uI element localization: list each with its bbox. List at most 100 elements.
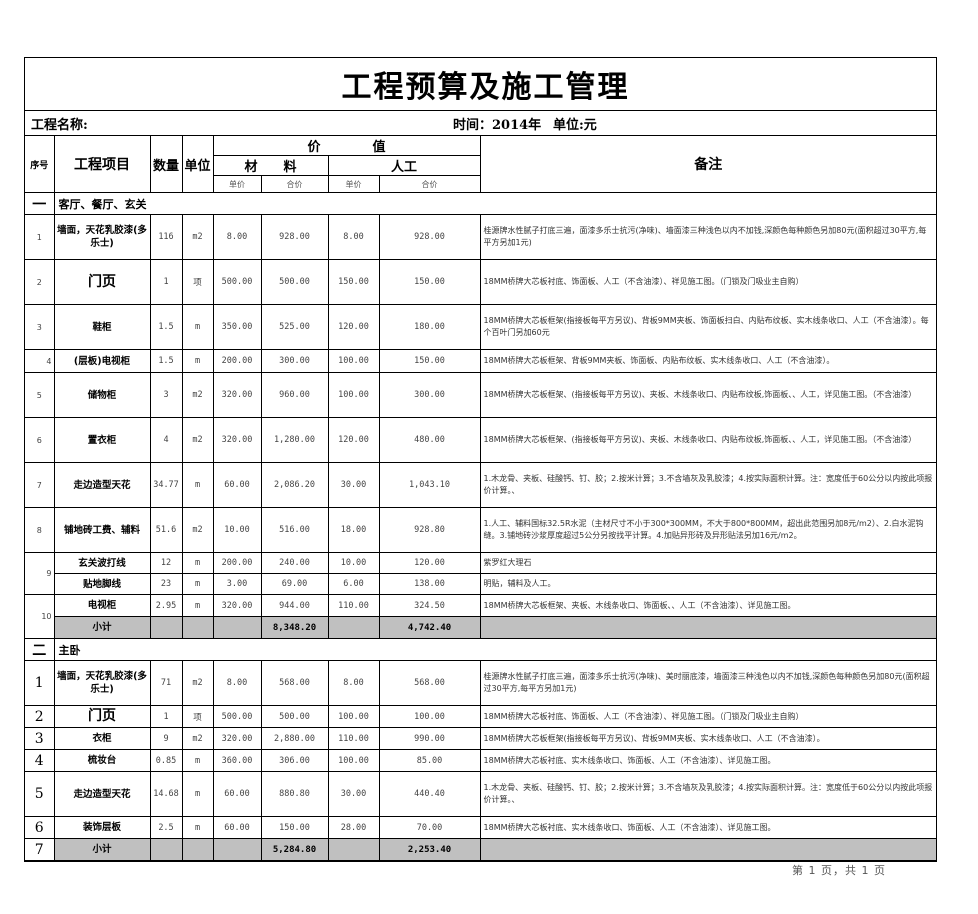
labor-unit-price: 18.00 <box>327 507 380 553</box>
quantity: 23 <box>149 573 183 595</box>
item-name: 走边造型天花 <box>53 771 151 817</box>
unit-label: 单位:元 <box>553 117 597 133</box>
labor-total: 324.50 <box>378 594 481 617</box>
item-name: 玄关波打线 <box>53 552 151 574</box>
labor-unit-price: 8.00 <box>327 660 380 706</box>
note: 紫罗红大理石 <box>479 552 937 574</box>
item-name: 装饰层板 <box>53 816 151 839</box>
item-name: 墙面，天花乳胶漆(多乐士) <box>53 660 151 706</box>
labor-unit-price: 6.00 <box>327 573 380 595</box>
unit: 项 <box>181 705 214 728</box>
time-label: 时间：2014年 <box>453 117 542 133</box>
labor-total: 100.00 <box>378 705 481 728</box>
material-total: 240.00 <box>260 552 329 574</box>
unit: 项 <box>181 259 214 305</box>
row-index: 1 <box>25 660 55 706</box>
quantity: 14.68 <box>149 771 183 817</box>
material-unit-price: 320.00 <box>212 372 262 418</box>
labor-total: 138.00 <box>378 573 481 595</box>
quantity: 0.85 <box>149 749 183 772</box>
labor-unit-price: 100.00 <box>327 372 380 418</box>
table-row: 1 墙面，天花乳胶漆(多乐士) 116 m2 8.00 928.00 8.00 … <box>25 214 937 260</box>
budget-sheet: 工程预算及施工管理 工程名称: 时间：2014年 单位:元 序号 工程项目 数量… <box>24 57 937 862</box>
col-seq: 序号 <box>25 136 55 193</box>
subtotal-material: 8,348.20 <box>260 616 329 639</box>
table-row: 2 门页 1 项 500.00 500.00 150.00 150.00 18M… <box>25 259 937 305</box>
note: 18MM桥牌大芯板衬底、饰面板、人工（不含油漆）、祥见施工图。（门锁及门吸业主自… <box>479 705 937 728</box>
section-title: 主卧 <box>53 638 937 661</box>
subtotal-row: 小计 8,348.20 4,742.40 <box>25 616 937 639</box>
item-name: (层板)电视柜 <box>53 349 151 373</box>
quantity: 1 <box>149 259 183 305</box>
empty-cell <box>149 838 183 861</box>
row-index: 7 <box>25 838 55 861</box>
empty-cell <box>181 838 214 861</box>
quantity: 116 <box>149 214 183 260</box>
material-unit-price: 10.00 <box>212 507 262 553</box>
labor-total: 70.00 <box>378 816 481 839</box>
page-title: 工程预算及施工管理 <box>341 70 630 105</box>
labor-total: 440.40 <box>378 771 481 817</box>
col-qty: 数量 <box>149 136 183 193</box>
table-row: 7 走边造型天花 34.77 m 60.00 2,086.20 30.00 1,… <box>25 462 937 508</box>
material-unit-price: 320.00 <box>212 417 262 463</box>
empty-cell <box>479 838 937 861</box>
unit: m <box>181 771 214 817</box>
table-row: 10 电视柜 2.95 m 320.00 944.00 110.00 324.5… <box>25 594 937 639</box>
table-row: 1 墙面，天花乳胶漆(多乐士) 71 m2 8.00 568.00 8.00 5… <box>25 660 937 706</box>
table-row: 9 玄关波打线 12 m 200.00 240.00 10.00 120.00 … <box>25 552 937 595</box>
row-index: 3 <box>25 304 55 350</box>
col-material: 材 料 <box>213 155 329 176</box>
item-name: 墙面，天花乳胶漆(多乐士) <box>53 214 151 260</box>
note: 18MM桥牌大芯板框架、背板9MM夹板、饰面板、内贴布纹板、实木线条收口、人工（… <box>479 349 937 373</box>
row-index: 10 <box>25 594 55 639</box>
material-total: 150.00 <box>260 816 329 839</box>
note: 18MM桥牌大芯板框架(指接板每平方另议)、背板9MM夹板、饰面板扫白、内贴布纹… <box>479 304 937 350</box>
material-unit-price: 8.00 <box>212 214 262 260</box>
material-total: 944.00 <box>260 594 329 617</box>
empty-cell <box>212 838 262 861</box>
item-name: 贴地脚线 <box>54 573 151 595</box>
note: 18MM桥牌大芯板衬底、实木线条收口、饰面板、人工（不含油漆）、详见施工图。 <box>479 816 937 839</box>
budget-table: 序号 工程项目 数量 单位 价 值 备注 材 料 人工 单价 合价 单价 合价 … <box>25 136 937 861</box>
row-index: 5 <box>25 372 55 418</box>
quantity: 2.5 <box>149 816 183 839</box>
section-number: 二 <box>25 638 55 661</box>
project-name-label: 工程名称: <box>31 117 88 133</box>
unit: m <box>181 816 214 839</box>
row-index: 3 <box>25 727 55 750</box>
item-name: 梳妆台 <box>53 749 151 772</box>
item-name: 铺地砖工费、辅料 <box>53 507 151 553</box>
item-name: 衣柜 <box>53 727 151 750</box>
note: 明贴，辅料及人工。 <box>479 573 937 595</box>
quantity: 1 <box>149 705 183 728</box>
note: 18MM桥牌大芯板框架、夹板、木线条收口、饰面板、、人工（不含油漆）、详见施工图… <box>479 594 937 617</box>
section-header: 一 客厅、餐厅、玄关 <box>25 192 937 215</box>
empty-cell <box>149 616 183 639</box>
labor-total: 928.80 <box>378 507 481 553</box>
col-notes: 备注 <box>479 136 937 193</box>
quantity: 3 <box>149 372 183 418</box>
note: 18MM桥牌大芯板框架(指接板每平方另议)、背板9MM夹板、实木线条收口、人工（… <box>479 727 937 750</box>
col-lab-total-price: 合价 <box>378 175 481 193</box>
item-name: 门页 <box>53 705 151 728</box>
material-total: 500.00 <box>260 705 329 728</box>
note: 18MM桥牌大芯板框架、(指接板每平方另议)、夹板、木线条收口、内贴布纹板,饰面… <box>479 372 937 418</box>
col-lab-unit-price: 单价 <box>327 175 380 193</box>
material-unit-price: 3.00 <box>212 573 262 595</box>
unit: m2 <box>181 372 214 418</box>
row-index: 9 <box>25 552 55 595</box>
quantity: 2.95 <box>149 594 183 617</box>
quantity: 12 <box>149 552 183 574</box>
labor-unit-price: 30.00 <box>327 771 380 817</box>
labor-total: 990.00 <box>378 727 481 750</box>
quantity: 51.6 <box>149 507 183 553</box>
section-number: 一 <box>25 192 55 215</box>
material-unit-price: 60.00 <box>212 771 262 817</box>
table-row: 3 鞋柜 1.5 m 350.00 525.00 120.00 180.00 1… <box>25 304 937 350</box>
labor-total: 150.00 <box>378 259 481 305</box>
material-unit-price: 320.00 <box>212 727 262 750</box>
col-value: 价 值 <box>212 136 481 156</box>
item-name: 鞋柜 <box>53 304 151 350</box>
labor-unit-price: 110.00 <box>327 727 380 750</box>
